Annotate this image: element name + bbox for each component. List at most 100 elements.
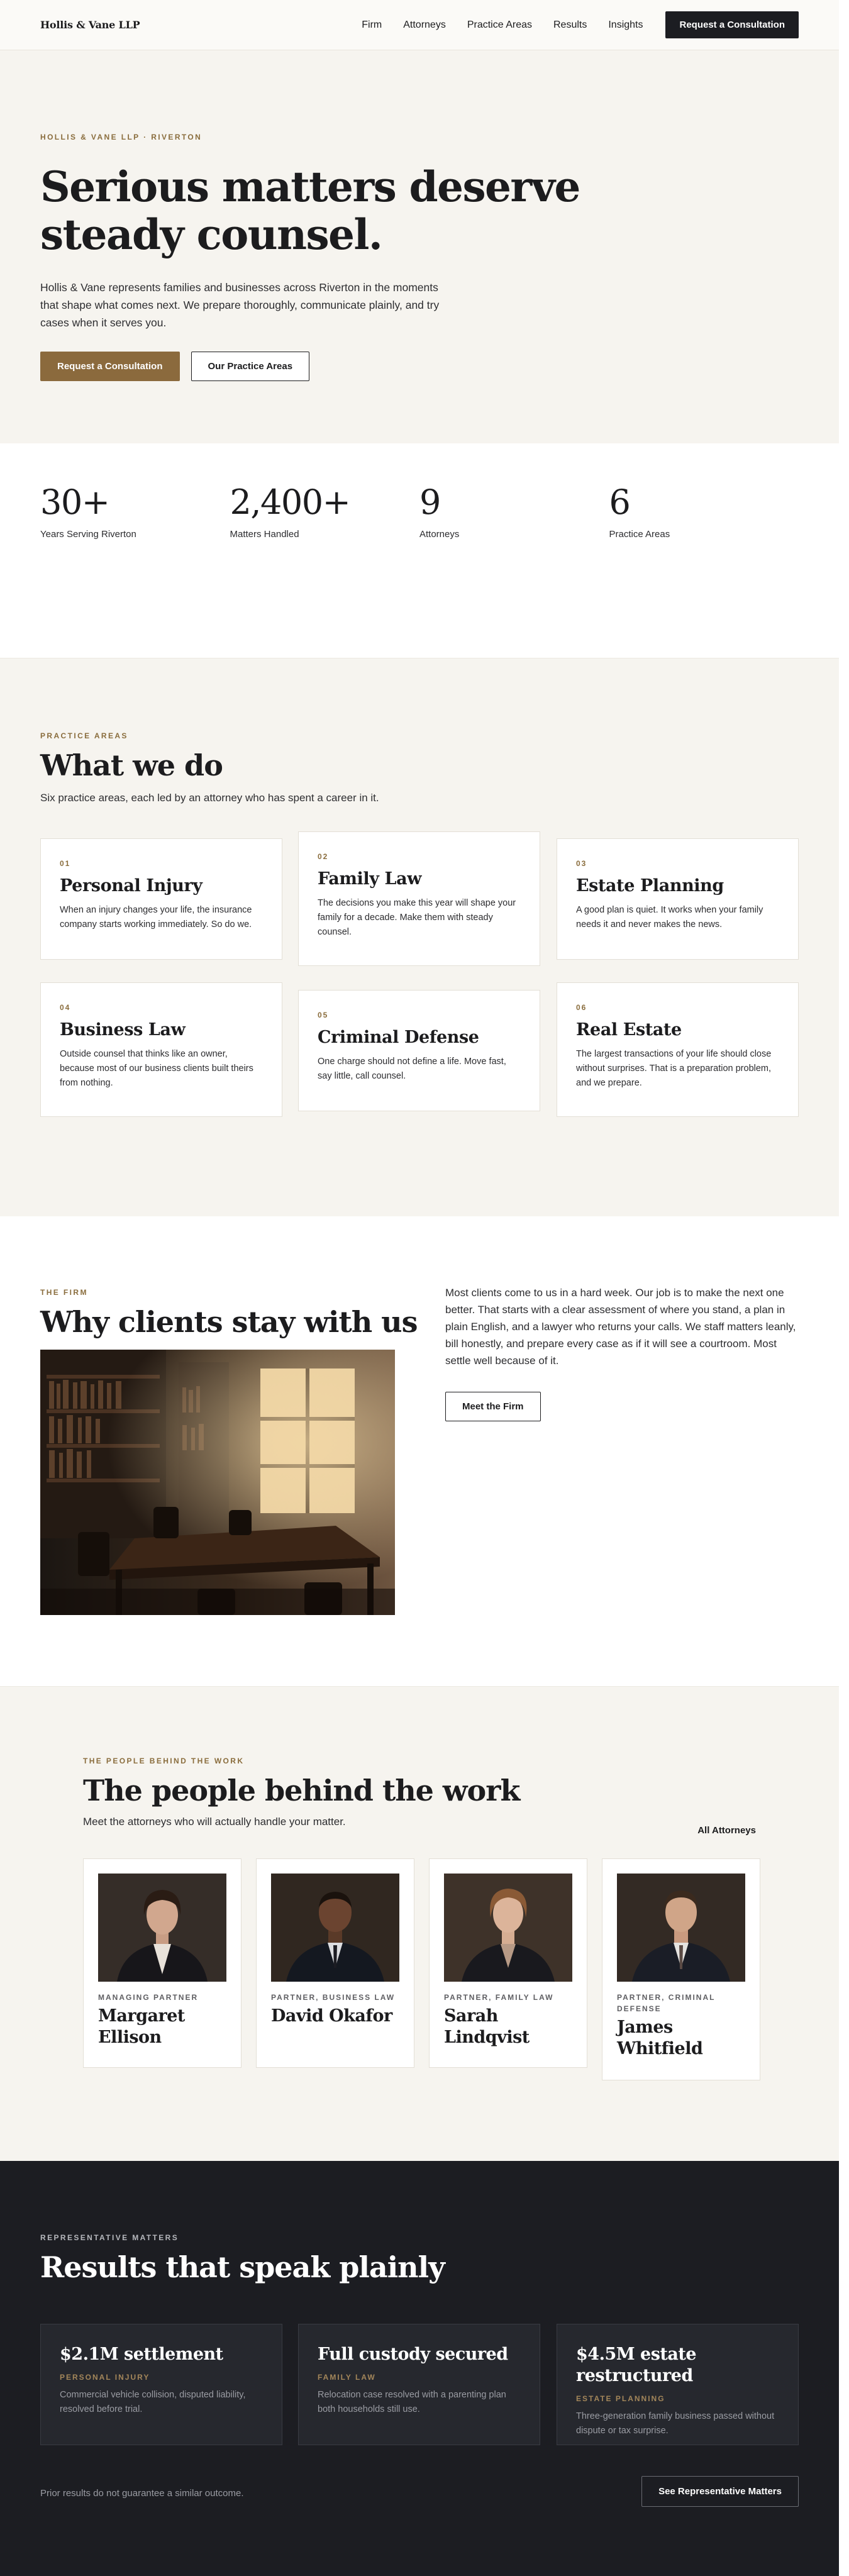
practice-card-grid: 01 Personal Injury When an injury change… <box>40 831 799 1135</box>
nav-link-insights[interactable]: Insights <box>608 19 643 31</box>
attorney-role: PARTNER, FAMILY LAW <box>444 1993 554 2002</box>
practice-card-family-law[interactable]: 02 Family Law The decisions you make thi… <box>298 831 540 966</box>
nav-link-attorneys[interactable]: Attorneys <box>403 19 446 31</box>
card-number: 03 <box>576 859 587 868</box>
card-title: Criminal Defense <box>318 1028 479 1047</box>
card-number: 06 <box>576 1003 587 1012</box>
practice-areas-section: PRACTICE AREAS What we do Six practice a… <box>0 658 839 1216</box>
stat-value: 6 <box>609 482 631 522</box>
result-tag: FAMILY LAW <box>318 2373 376 2382</box>
card-body: One charge should not define a life. Mov… <box>318 1057 506 1081</box>
results-disclaimer: Prior results do not guarantee a similar… <box>40 2488 244 2499</box>
stat-practice-areas: 6 Practice Areas <box>609 482 799 658</box>
result-body: Commercial vehicle collision, disputed l… <box>60 2390 246 2414</box>
practice-subtitle: Six practice areas, each led by an attor… <box>40 792 379 804</box>
library-photo <box>40 1350 395 1615</box>
nav-consultation-button[interactable]: Request a Consultation <box>665 11 799 38</box>
nav-link-practice-areas[interactable]: Practice Areas <box>467 19 532 31</box>
attorney-name: David Okafor <box>271 2006 392 2026</box>
card-number: 02 <box>318 852 329 861</box>
card-number: 01 <box>60 859 71 868</box>
stat-label: Years Serving Riverton <box>40 529 136 540</box>
practice-card-real-estate[interactable]: 06 Real Estate The largest transactions … <box>557 982 799 1117</box>
results-section: REPRESENTATIVE MATTERS Results that spea… <box>0 2161 839 2576</box>
attorney-name: Sarah Lindqvist <box>444 2006 530 2047</box>
practice-card-business-law[interactable]: 04 Business Law Outside counsel that thi… <box>40 982 282 1117</box>
card-number: 05 <box>318 1011 329 1019</box>
nav-link-firm[interactable]: Firm <box>362 19 382 31</box>
attorney-card-margaret-ellison[interactable]: MANAGING PARTNER Margaret Ellison <box>83 1858 241 2068</box>
attorney-role: PARTNER, BUSINESS LAW <box>271 1993 396 2002</box>
attorney-name: James Whitfield <box>617 2018 703 2058</box>
card-body: The largest transactions of your life sh… <box>576 1049 772 1088</box>
attorney-card-sarah-lindqvist[interactable]: PARTNER, FAMILY LAW Sarah Lindqvist <box>429 1858 587 2068</box>
team-section: THE PEOPLE BEHIND THE WORK The people be… <box>0 1687 839 2161</box>
stat-attorneys: 9 Attorneys <box>419 482 609 658</box>
card-body: Outside counsel that thinks like an owne… <box>60 1049 253 1088</box>
stat-value: 2,400+ <box>230 482 351 522</box>
card-number: 04 <box>60 1003 71 1012</box>
meet-the-firm-button[interactable]: Meet the Firm <box>445 1392 541 1421</box>
attorney-role: PARTNER, CRIMINAL DEFENSE <box>617 1993 716 2013</box>
main-nav: Firm Attorneys Practice Areas Results In… <box>340 11 799 38</box>
stat-matters: 2,400+ Matters Handled <box>230 482 420 658</box>
stat-years: 30+ Years Serving Riverton <box>40 482 230 658</box>
card-title: Family Law <box>318 869 422 889</box>
firm-copy: Most clients come to us in a hard week. … <box>445 1284 801 1421</box>
nav-link-results[interactable]: Results <box>553 19 587 31</box>
stat-label: Attorneys <box>419 529 460 540</box>
team-title: The people behind the work <box>83 1774 520 1807</box>
attorney-portrait <box>98 1874 226 1982</box>
firm-body: Most clients come to us in a hard week. … <box>445 1287 796 1367</box>
all-attorneys-link[interactable]: All Attorneys <box>697 1825 756 1836</box>
stat-label: Practice Areas <box>609 529 670 540</box>
card-body: The decisions you make this year will sh… <box>318 898 516 937</box>
results-title: Results that speak plainly <box>40 2250 445 2284</box>
site-header: Hollis & Vane LLP Firm Attorneys Practic… <box>0 0 839 50</box>
card-title: Estate Planning <box>576 876 724 896</box>
practice-title: What we do <box>40 748 223 782</box>
result-title: $4.5M estate restructured <box>576 2345 697 2385</box>
card-title: Business Law <box>60 1020 186 1040</box>
result-tag: ESTATE PLANNING <box>576 2394 665 2403</box>
attorney-card-james-whitfield[interactable]: PARTNER, CRIMINAL DEFENSE James Whitfiel… <box>602 1858 760 2080</box>
hero-title: Serious matters deserve steady counsel. <box>40 162 580 259</box>
result-title: Full custody secured <box>318 2345 508 2364</box>
hero-body: Hollis & Vane represents families and bu… <box>40 281 440 329</box>
team-eyebrow: THE PEOPLE BEHIND THE WORK <box>83 1757 245 1765</box>
result-card-custody: Full custody secured FAMILY LAW Relocati… <box>298 2324 540 2445</box>
practice-card-criminal-defense[interactable]: 05 Criminal Defense One charge should no… <box>298 990 540 1111</box>
attorney-card-david-okafor[interactable]: PARTNER, BUSINESS LAW David Okafor <box>256 1858 414 2068</box>
results-eyebrow: REPRESENTATIVE MATTERS <box>40 2233 179 2242</box>
hero-practice-areas-button[interactable]: Our Practice Areas <box>191 352 310 381</box>
hero-consultation-button[interactable]: Request a Consultation <box>40 352 180 381</box>
firm-section: THE FIRM Why clients stay with us Most c… <box>0 1216 839 1687</box>
attorney-portrait <box>271 1874 399 1982</box>
page-gutter <box>839 0 849 2576</box>
card-title: Personal Injury <box>60 876 203 896</box>
site-logo[interactable]: Hollis & Vane LLP <box>40 19 140 31</box>
attorney-role: MANAGING PARTNER <box>98 1993 199 2002</box>
team-subtitle: Meet the attorneys who will actually han… <box>83 1816 346 1828</box>
practice-card-estate-planning[interactable]: 03 Estate Planning A good plan is quiet.… <box>557 838 799 960</box>
practice-eyebrow: PRACTICE AREAS <box>40 731 128 740</box>
stat-value: 30+ <box>40 482 110 522</box>
see-representative-matters-button[interactable]: See Representative Matters <box>641 2476 799 2507</box>
attorney-portrait <box>617 1874 745 1982</box>
stats-section: 30+ Years Serving Riverton 2,400+ Matter… <box>0 443 839 658</box>
practice-card-personal-injury[interactable]: 01 Personal Injury When an injury change… <box>40 838 282 960</box>
attorney-portrait <box>444 1874 572 1982</box>
hero-eyebrow: HOLLIS & VANE LLP · RIVERTON <box>40 133 203 142</box>
card-body: A good plan is quiet. It works when your… <box>576 905 763 930</box>
card-body: When an injury changes your life, the in… <box>60 905 252 930</box>
result-body: Relocation case resolved with a parentin… <box>318 2390 506 2414</box>
stat-label: Matters Handled <box>230 529 299 540</box>
result-card-estate: $4.5M estate restructured ESTATE PLANNIN… <box>557 2324 799 2445</box>
stat-value: 9 <box>419 482 441 522</box>
attorney-grid: MANAGING PARTNER Margaret Ellison PARTNE… <box>83 1858 760 2085</box>
card-title: Real Estate <box>576 1020 682 1040</box>
result-tag: PERSONAL INJURY <box>60 2373 150 2382</box>
result-card-settlement: $2.1M settlement PERSONAL INJURY Commerc… <box>40 2324 282 2445</box>
hero-section: HOLLIS & VANE LLP · RIVERTON Serious mat… <box>0 50 839 443</box>
result-body: Three-generation family business passed … <box>576 2411 775 2436</box>
